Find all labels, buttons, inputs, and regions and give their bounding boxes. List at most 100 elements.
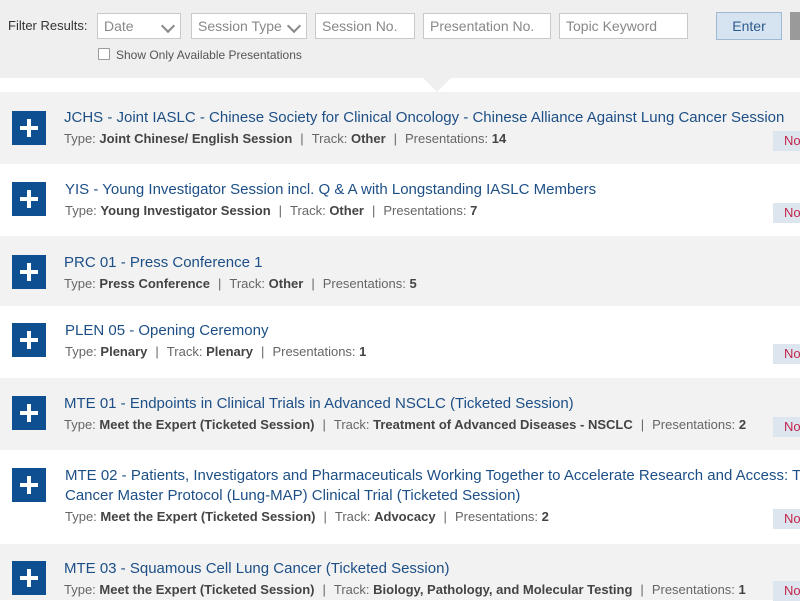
type-label: Type: — [64, 276, 96, 291]
separator: | — [323, 509, 327, 524]
session-type-value: Meet the Expert (Ticketed Session) — [100, 509, 316, 524]
presentations-count: 1 — [738, 582, 746, 597]
presentation-no-placeholder: Presentation No. — [430, 18, 535, 34]
type-label: Type: — [65, 344, 97, 359]
presentations-count: 14 — [491, 131, 507, 146]
session-track-value: Biology, Pathology, and Molecular Testin… — [373, 582, 633, 597]
track-label: Track: — [333, 582, 370, 597]
session-track-value: Treatment of Advanced Diseases - NSCLC — [373, 417, 633, 432]
separator: | — [640, 582, 644, 597]
session-type-value: Meet the Expert (Ticketed Session) — [99, 417, 315, 432]
available-only-label: Show Only Available Presentations — [116, 48, 302, 62]
session-type-value: Press Conference — [99, 276, 210, 291]
session-row: JCHS - Joint IASLC - Chinese Society for… — [0, 92, 800, 164]
topic-keyword-input[interactable]: Topic Keyword — [559, 13, 688, 39]
track-label: Track: — [229, 276, 266, 291]
separator: | — [322, 417, 326, 432]
session-title-link[interactable]: PRC 01 - Press Conference 1 — [64, 253, 800, 273]
session-type-value: Meet the Expert (Ticketed Session) — [99, 582, 315, 597]
session-track-value: Other — [350, 131, 386, 146]
session-row: YIS - Young Investigator Session incl. Q… — [0, 164, 800, 236]
available-only-checkbox[interactable] — [98, 48, 110, 60]
expand-plus-icon[interactable] — [12, 323, 46, 357]
separator: | — [155, 344, 159, 359]
separator: | — [322, 582, 326, 597]
session-track-value: Plenary — [206, 344, 254, 359]
session-row: MTE 02 - Patients, Investigators and Pha… — [0, 450, 800, 544]
session-track-value: Advocacy — [374, 509, 436, 524]
separator: | — [311, 276, 315, 291]
presentations-label: Presentations: — [272, 344, 356, 359]
session-title-link[interactable]: MTE 03 - Squamous Cell Lung Cancer (Tick… — [64, 559, 800, 579]
availability-badge: No — [773, 509, 800, 529]
presentations-count: 1 — [359, 344, 367, 359]
enter-button[interactable]: Enter — [716, 12, 782, 40]
session-title-link[interactable]: MTE 01 - Endpoints in Clinical Trials in… — [64, 394, 800, 414]
type-label: Type: — [65, 203, 97, 218]
session-title-link[interactable]: PLEN 05 - Opening Ceremony — [65, 321, 800, 341]
session-meta: Type: Meet the Expert (Ticketed Session)… — [64, 416, 746, 434]
type-label: Type: — [65, 509, 97, 524]
separator: | — [217, 276, 222, 291]
session-type-select-label: Session Type — [198, 18, 282, 34]
session-row: MTE 01 - Endpoints in Clinical Trials in… — [0, 378, 800, 450]
separator: | — [371, 203, 376, 218]
session-meta: Type: Joint Chinese/ English Session | Tra… — [64, 130, 506, 148]
session-row: PRC 01 - Press Conference 1 Type: Press … — [0, 236, 800, 306]
session-title-line-2: Cancer Master Protocol (Lung-MAP) Clinic… — [65, 487, 521, 504]
chevron-down-icon — [286, 18, 302, 34]
track-label: Track: — [290, 203, 326, 218]
separator: | — [300, 131, 304, 146]
separator: | — [278, 203, 283, 218]
expand-plus-icon[interactable] — [12, 396, 46, 430]
session-type-value: Young Investigator Session — [100, 203, 271, 218]
session-type-value: Plenary — [100, 344, 148, 359]
presentations-count: 2 — [738, 417, 747, 432]
session-title-link[interactable]: MTE 02 - Patients, Investigators and Pha… — [65, 466, 800, 506]
expand-plus-icon[interactable] — [12, 111, 46, 145]
reset-button[interactable] — [790, 12, 800, 40]
track-label: Track: — [333, 417, 370, 432]
date-select-label: Date — [104, 18, 134, 34]
presentations-label: Presentations: — [454, 509, 539, 524]
session-meta: Type: Young Investigator Session | Track: … — [65, 202, 477, 220]
session-row: MTE 03 - Squamous Cell Lung Cancer (Tick… — [0, 544, 800, 601]
session-no-placeholder: Session No. — [322, 18, 398, 34]
availability-badge: No — [773, 131, 800, 151]
expand-plus-icon[interactable] — [12, 468, 46, 502]
filter-label: Filter Results: — [8, 18, 88, 33]
presentation-no-input[interactable]: Presentation No. — [423, 13, 551, 39]
session-title-link[interactable]: YIS - Young Investigator Session incl. Q… — [65, 180, 800, 200]
session-meta: Type: Meet the Expert (Ticketed Session)… — [64, 581, 746, 599]
availability-badge: No — [773, 203, 800, 223]
expand-plus-icon[interactable] — [12, 182, 46, 216]
session-row: PLEN 05 - Opening Ceremony Type: Plenary… — [0, 306, 800, 378]
track-label: Track: — [334, 509, 371, 524]
presentations-count: 2 — [541, 509, 549, 524]
separator: | — [393, 131, 398, 146]
expand-plus-icon[interactable] — [12, 561, 46, 595]
session-meta: Type: Press Conference | Track: Other | Pres… — [64, 275, 417, 293]
session-no-input[interactable]: Session No. — [315, 13, 415, 39]
type-label: Type: — [64, 131, 96, 146]
track-label: Track: — [311, 131, 348, 146]
session-track-value: Other — [329, 203, 364, 218]
expand-plus-icon[interactable] — [12, 255, 46, 289]
type-label: Type: — [64, 417, 96, 432]
session-type-value: Joint Chinese/ English Session — [99, 131, 293, 146]
track-label: Track: — [166, 344, 203, 359]
session-type-select[interactable]: Session Type — [191, 13, 307, 39]
presentations-label: Presentations: — [322, 276, 406, 291]
session-title-link[interactable]: JCHS - Joint IASLC - Chinese Society for… — [64, 108, 800, 128]
available-only-option[interactable]: Show Only Available Presentations — [98, 48, 302, 62]
presentations-label: Presentations: — [651, 582, 735, 597]
presentations-count: 5 — [409, 276, 417, 291]
presentations-label: Presentations: — [652, 417, 736, 432]
separator: | — [261, 344, 265, 359]
separator: | — [640, 417, 645, 432]
availability-badge: No — [773, 581, 800, 601]
date-select[interactable]: Date — [97, 13, 181, 39]
availability-badge: No — [773, 417, 800, 437]
filter-bar: Filter Results: Date Session Type Sessio… — [0, 0, 800, 78]
session-meta: Type: Meet the Expert (Ticketed Session)… — [65, 508, 549, 526]
